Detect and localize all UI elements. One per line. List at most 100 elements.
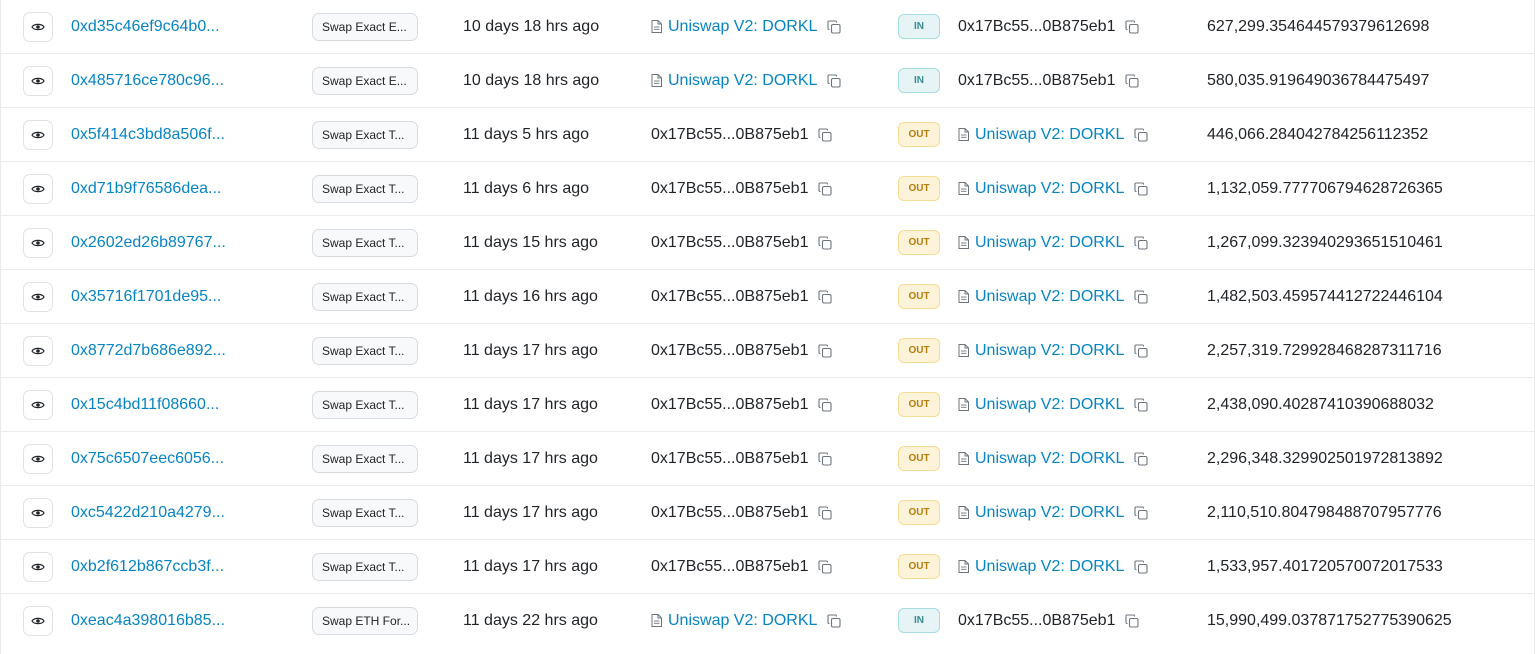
from-cell: 0x17Bc55...0B875eb1 — [651, 216, 833, 269]
table-row: 0xd71b9f76586dea... Swap Exact T... 11 d… — [1, 162, 1534, 216]
view-details-button[interactable] — [23, 281, 53, 312]
copy-icon[interactable] — [818, 505, 833, 520]
copy-icon[interactable] — [827, 19, 841, 34]
eye-icon — [31, 347, 45, 354]
method-badge: Swap Exact T... — [312, 174, 418, 203]
from-address-link[interactable]: 0x17Bc55...0B875eb1 — [651, 288, 808, 306]
age-text: 11 days 6 hrs ago — [463, 179, 590, 197]
copy-icon[interactable] — [818, 181, 833, 196]
from-contract-link[interactable]: Uniswap V2: DORKL — [668, 18, 817, 36]
copy-icon[interactable] — [827, 73, 841, 88]
txn-hash-link[interactable]: 0x485716ce780c96... — [71, 72, 224, 90]
copy-icon[interactable] — [1134, 289, 1148, 304]
age-text: 10 days 18 hrs ago — [463, 71, 600, 89]
copy-icon[interactable] — [818, 397, 833, 412]
from-address-link[interactable]: 0x17Bc55...0B875eb1 — [651, 396, 808, 414]
from-cell: 0x17Bc55...0B875eb1 — [651, 432, 833, 485]
to-contract-link[interactable]: Uniswap V2: DORKL — [975, 504, 1124, 522]
age-text: 11 days 17 hrs ago — [463, 557, 598, 575]
view-details-button[interactable] — [23, 389, 53, 420]
txn-hash-link[interactable]: 0x75c6507eec6056... — [71, 450, 224, 468]
txn-hash-link[interactable]: 0xd71b9f76586dea... — [71, 180, 221, 198]
amount-text: 15,990,499.037871752775390625 — [1207, 611, 1452, 629]
txn-hash-link[interactable]: 0x8772d7b686e892... — [71, 342, 226, 360]
to-contract-link[interactable]: Uniswap V2: DORKL — [975, 450, 1124, 468]
eye-icon — [31, 77, 45, 84]
to-contract-link[interactable]: Uniswap V2: DORKL — [975, 558, 1124, 576]
amount-text: 1,267,099.323940293651510461 — [1207, 233, 1443, 251]
table-row: 0x35716f1701de95... Swap Exact T... 11 d… — [1, 270, 1534, 324]
to-contract-link[interactable]: Uniswap V2: DORKL — [975, 396, 1124, 414]
copy-icon[interactable] — [1134, 559, 1148, 574]
direction-badge: OUT — [898, 284, 940, 309]
copy-icon[interactable] — [1134, 397, 1148, 412]
to-address-link[interactable]: 0x17Bc55...0B875eb1 — [958, 18, 1115, 36]
view-details-button[interactable] — [23, 443, 53, 474]
copy-icon[interactable] — [1134, 505, 1148, 520]
from-address-link[interactable]: 0x17Bc55...0B875eb1 — [651, 504, 808, 522]
txn-hash-link[interactable]: 0x5f414c3bd8a506f... — [71, 126, 225, 144]
from-contract-link[interactable]: Uniswap V2: DORKL — [668, 72, 817, 90]
txn-hash-link[interactable]: 0xb2f612b867ccb3f... — [71, 558, 224, 576]
contract-file-icon — [958, 236, 969, 249]
copy-icon[interactable] — [818, 343, 833, 358]
to-cell: Uniswap V2: DORKL — [958, 162, 1148, 215]
to-contract-link[interactable]: Uniswap V2: DORKL — [975, 180, 1124, 198]
amount-text: 2,296,348.329902501972813892 — [1207, 449, 1443, 467]
from-contract-link[interactable]: Uniswap V2: DORKL — [668, 612, 817, 630]
from-cell: Uniswap V2: DORKL — [651, 594, 841, 647]
copy-icon[interactable] — [1125, 73, 1140, 88]
copy-icon[interactable] — [818, 127, 833, 142]
direction-badge: IN — [898, 68, 940, 93]
view-details-button[interactable] — [23, 11, 53, 42]
from-address-link[interactable]: 0x17Bc55...0B875eb1 — [651, 450, 808, 468]
view-details-button[interactable] — [23, 65, 53, 96]
direction-badge: OUT — [898, 122, 940, 147]
copy-icon[interactable] — [1134, 343, 1148, 358]
age-text: 11 days 15 hrs ago — [463, 233, 598, 251]
from-address-link[interactable]: 0x17Bc55...0B875eb1 — [651, 342, 808, 360]
to-address-link[interactable]: 0x17Bc55...0B875eb1 — [958, 72, 1115, 90]
txn-hash-link[interactable]: 0xc5422d210a4279... — [71, 504, 225, 522]
txn-hash-link[interactable]: 0x2602ed26b89767... — [71, 234, 226, 252]
to-contract-link[interactable]: Uniswap V2: DORKL — [975, 234, 1124, 252]
txn-hash-link[interactable]: 0xeac4a398016b85... — [71, 612, 225, 630]
copy-icon[interactable] — [1125, 613, 1140, 628]
view-details-button[interactable] — [23, 335, 53, 366]
table-row: 0x8772d7b686e892... Swap Exact T... 11 d… — [1, 324, 1534, 378]
direction-badge: IN — [898, 14, 940, 39]
copy-icon[interactable] — [1134, 235, 1148, 250]
view-details-button[interactable] — [23, 551, 53, 582]
copy-icon[interactable] — [818, 235, 833, 250]
copy-icon[interactable] — [818, 451, 833, 466]
to-contract-link[interactable]: Uniswap V2: DORKL — [975, 126, 1124, 144]
from-address-link[interactable]: 0x17Bc55...0B875eb1 — [651, 558, 808, 576]
copy-icon[interactable] — [1134, 451, 1148, 466]
copy-icon[interactable] — [818, 289, 833, 304]
direction-badge: OUT — [898, 338, 940, 363]
age-text: 11 days 17 hrs ago — [463, 341, 598, 359]
method-badge: Swap Exact T... — [312, 444, 418, 473]
to-contract-link[interactable]: Uniswap V2: DORKL — [975, 288, 1124, 306]
txn-hash-link[interactable]: 0x15c4bd11f08660... — [71, 396, 219, 414]
from-address-link[interactable]: 0x17Bc55...0B875eb1 — [651, 180, 808, 198]
view-details-button[interactable] — [23, 173, 53, 204]
table-row: 0x5f414c3bd8a506f... Swap Exact T... 11 … — [1, 108, 1534, 162]
view-details-button[interactable] — [23, 119, 53, 150]
to-contract-link[interactable]: Uniswap V2: DORKL — [975, 342, 1124, 360]
from-address-link[interactable]: 0x17Bc55...0B875eb1 — [651, 234, 808, 252]
to-cell: Uniswap V2: DORKL — [958, 108, 1148, 161]
copy-icon[interactable] — [818, 559, 833, 574]
txn-hash-link[interactable]: 0xd35c46ef9c64b0... — [71, 18, 220, 36]
view-details-button[interactable] — [23, 497, 53, 528]
copy-icon[interactable] — [1134, 181, 1148, 196]
copy-icon[interactable] — [1134, 127, 1148, 142]
method-badge: Swap ETH For... — [312, 606, 418, 635]
to-address-link[interactable]: 0x17Bc55...0B875eb1 — [958, 612, 1115, 630]
from-address-link[interactable]: 0x17Bc55...0B875eb1 — [651, 126, 808, 144]
view-details-button[interactable] — [23, 605, 53, 636]
copy-icon[interactable] — [1125, 19, 1140, 34]
copy-icon[interactable] — [827, 613, 841, 628]
view-details-button[interactable] — [23, 227, 53, 258]
txn-hash-link[interactable]: 0x35716f1701de95... — [71, 288, 221, 306]
